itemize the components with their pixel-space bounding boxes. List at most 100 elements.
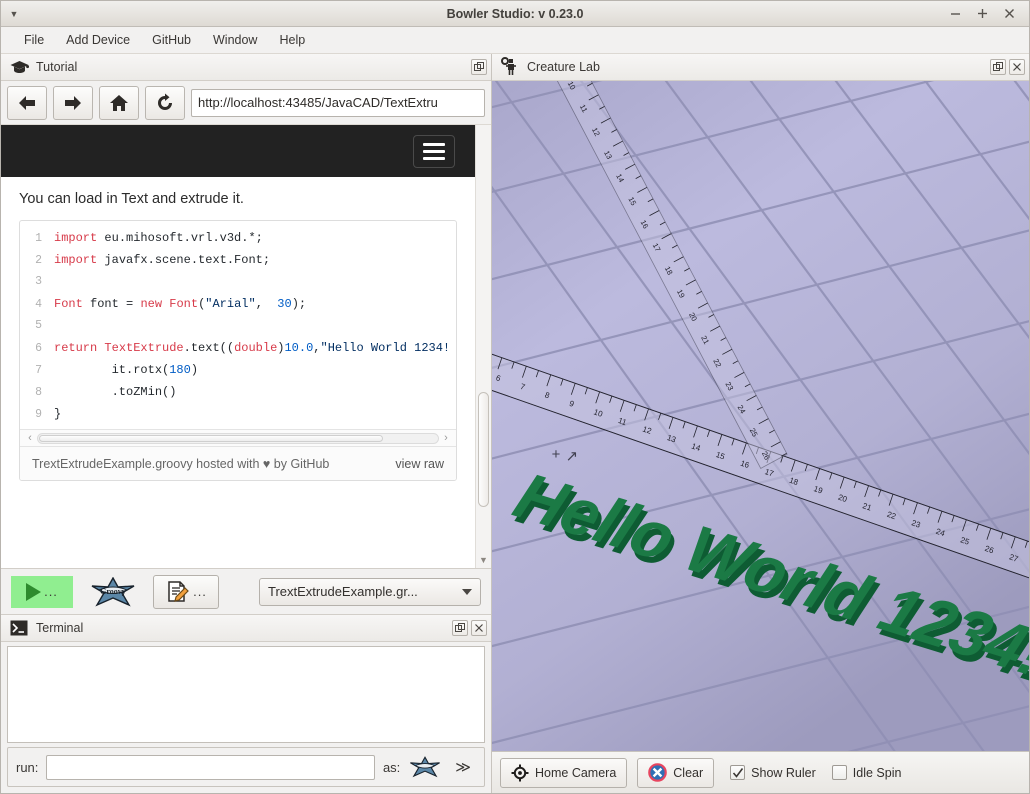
tutorial-vertical-scrollbar[interactable]: ▼ [475, 125, 491, 568]
code-line: 6return TextExtrude.text((double)10.0,"H… [20, 337, 456, 359]
menu-add-device[interactable]: Add Device [55, 29, 141, 51]
groovy-button[interactable]: Groovy [87, 576, 139, 608]
chevron-left-icon[interactable]: ‹ [23, 432, 37, 444]
terminal-output[interactable] [7, 646, 485, 743]
hscroll-track[interactable] [37, 433, 439, 444]
line-number: 9 [20, 404, 54, 426]
maximize-icon[interactable] [976, 7, 989, 20]
terminal-panel-buttons [452, 620, 487, 636]
url-input[interactable]: http://localhost:43485/JavaCAD/TextExtru [191, 89, 485, 117]
menu-help[interactable]: Help [268, 29, 316, 51]
left-column: Tutorial [1, 54, 491, 793]
show-ruler-box[interactable] [730, 765, 745, 780]
chevron-down-icon [462, 589, 472, 595]
minimize-icon[interactable] [949, 7, 962, 20]
menu-github[interactable]: GitHub [141, 29, 202, 51]
code-gist: 1import eu.mihosoft.vrl.v3d.*;2import ja… [19, 220, 457, 481]
gist-footer: TrextExtrudeExample.groovy hosted with ♥… [20, 446, 456, 480]
detach-icon[interactable] [471, 59, 487, 75]
code-line: 4Font font = new Font("Arial", 30); [20, 293, 456, 315]
idle-spin-box[interactable] [832, 765, 847, 780]
play-icon [26, 583, 41, 601]
menu-file[interactable]: File [13, 29, 55, 51]
groovy-star-icon [409, 756, 441, 778]
vscroll-thumb[interactable] [478, 392, 489, 507]
line-number: 4 [20, 294, 54, 316]
svg-text:+: + [552, 446, 561, 463]
tutorial-content: You can load in Text and extrude it. 1im… [1, 125, 491, 569]
code-line: 3 [20, 271, 456, 293]
menu-window[interactable]: Window [202, 29, 268, 51]
tutorial-panel-header: Tutorial [1, 54, 491, 81]
title-bar: ▼ Bowler Studio: v 0.23.0 [1, 1, 1029, 27]
svg-text:Groovy: Groovy [100, 587, 126, 596]
line-number: 6 [20, 338, 54, 360]
code-line: 8 .toZMin() [20, 381, 456, 403]
terminal-panel-title: Terminal [36, 621, 83, 635]
checkmark-icon [732, 767, 744, 779]
close-icon[interactable] [1003, 7, 1016, 20]
scroll-down-icon[interactable]: ▼ [479, 554, 488, 566]
creature-robot-icon [500, 58, 520, 77]
code-text: it.rotx(180) [54, 359, 198, 381]
close-icon[interactable] [471, 620, 487, 636]
main-split: Tutorial [1, 54, 1029, 793]
terminal-panel: run: as: ≫ [1, 642, 491, 793]
right-column: Creature Lab [491, 54, 1029, 793]
code-horizontal-scrollbar[interactable]: ‹ › [20, 429, 456, 446]
window-title: Bowler Studio: v 0.23.0 [1, 7, 1029, 21]
hscroll-thumb[interactable] [39, 435, 383, 442]
run-button[interactable]: ... [11, 576, 73, 608]
tutorial-lead-text: You can load in Text and extrude it. [19, 191, 457, 207]
tutorial-scroll-area: You can load in Text and extrude it. 1im… [1, 125, 475, 568]
show-ruler-checkbox[interactable]: Show Ruler [730, 765, 816, 780]
detach-icon[interactable] [990, 59, 1006, 75]
home-camera-button[interactable]: Home Camera [500, 758, 627, 788]
code-lines: 1import eu.mihosoft.vrl.v3d.*;2import ja… [20, 221, 456, 429]
terminal-run-bar: run: as: ≫ [7, 747, 485, 787]
groovy-star-icon: Groovy [90, 577, 136, 607]
run-input[interactable] [46, 755, 375, 780]
graduation-cap-icon [9, 58, 29, 77]
window-controls [949, 7, 1029, 20]
run-as-groovy-button[interactable] [408, 756, 442, 778]
as-label: as: [383, 760, 400, 775]
page-navbar [1, 125, 475, 177]
creature-lab-header: Creature Lab [492, 54, 1029, 81]
run-submit-button[interactable]: ≫ [450, 758, 476, 776]
clear-label: Clear [673, 766, 703, 780]
svg-text:↗: ↗ [566, 448, 578, 465]
code-line: 2import javafx.scene.text.Font; [20, 249, 456, 271]
browser-toolbar: http://localhost:43485/JavaCAD/TextExtru [1, 81, 491, 125]
3d-viewport[interactable]: 0123456789101112131415161718192021222324… [492, 81, 1029, 751]
line-number: 3 [20, 271, 54, 293]
creature-lab-buttons [990, 59, 1025, 75]
code-line: 7 it.rotx(180) [20, 359, 456, 381]
gist-footer-text: TrextExtrudeExample.groovy hosted with ♥… [32, 457, 329, 471]
detach-icon[interactable] [452, 620, 468, 636]
home-icon[interactable] [99, 86, 139, 120]
script-file-name: TrextExtrudeExample.gr... [268, 584, 418, 599]
idle-spin-checkbox[interactable]: Idle Spin [832, 765, 902, 780]
code-text: .toZMin() [54, 381, 176, 403]
close-icon[interactable] [1009, 59, 1025, 75]
edit-button-dots: ... [193, 584, 207, 599]
run-label: run: [16, 760, 38, 775]
vscroll-track[interactable] [476, 127, 491, 554]
axis-marker-icon: + ↗ [552, 446, 578, 465]
clear-circle-x-icon [648, 763, 667, 782]
code-line: 1import eu.mihosoft.vrl.v3d.*; [20, 227, 456, 249]
edit-button[interactable]: ... [153, 575, 219, 609]
view-raw-link[interactable]: view raw [395, 457, 444, 471]
tutorial-article: You can load in Text and extrude it. 1im… [1, 177, 475, 568]
line-number: 2 [20, 250, 54, 272]
forward-arrow-icon[interactable] [53, 86, 93, 120]
script-file-select[interactable]: TrextExtrudeExample.gr... [259, 578, 481, 606]
chevron-right-icon[interactable]: › [439, 432, 453, 444]
window-menu-icon[interactable]: ▼ [1, 1, 27, 27]
back-arrow-icon[interactable] [7, 86, 47, 120]
clear-button[interactable]: Clear [637, 758, 714, 788]
hamburger-icon[interactable] [413, 135, 455, 168]
creature-lab-title: Creature Lab [527, 60, 600, 74]
reload-icon[interactable] [145, 86, 185, 120]
